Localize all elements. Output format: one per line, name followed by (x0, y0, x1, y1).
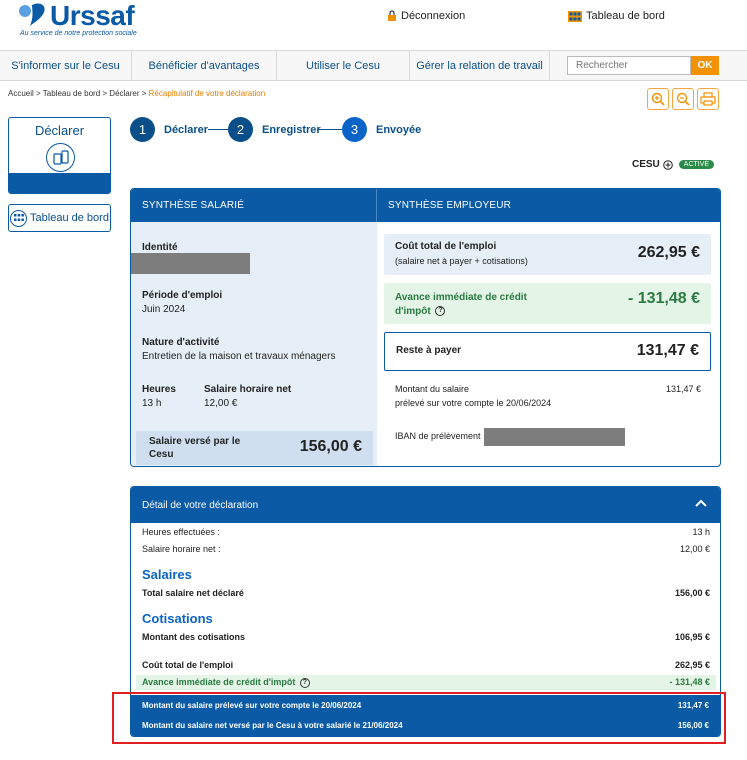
step-number: 3 (342, 117, 367, 142)
reste-box: Reste à payer 131,47 € (384, 332, 711, 371)
synthese-employeur-title: SYNTHÈSE EMPLOYEUR (388, 200, 512, 211)
salarie-column: Identité Période d'emploi Juin 2024 Natu… (131, 222, 377, 466)
zoom-out-icon (676, 92, 690, 106)
section-salaires: Salaires (142, 567, 192, 582)
synthese-salarie-title: SYNTHÈSE SALARIÉ (142, 200, 245, 211)
step-label: Enregistrer (262, 123, 321, 136)
cout-value: 262,95 € (637, 244, 700, 261)
step-declarer: 1 Déclarer (130, 117, 208, 142)
logout-link[interactable]: Déconnexion (387, 10, 465, 22)
logo-mark-icon (19, 3, 45, 26)
section-cotisations: Cotisations (142, 611, 213, 626)
reste-label: Reste à payer (396, 345, 462, 356)
step-connector (208, 129, 228, 130)
step-number: 2 (228, 117, 253, 142)
breadcrumb-home[interactable]: Accueil (8, 89, 34, 98)
cesu-label: CESU (632, 159, 660, 170)
print-button[interactable] (697, 88, 719, 110)
status-badge: ACTIVÉ (678, 160, 715, 169)
detail-row-heures: Heures effectuées :13 h (142, 527, 710, 537)
detail-row-avance: Avance immédiate de crédit d'impôt ? - 1… (136, 675, 716, 690)
breadcrumb-dashboard[interactable]: Tableau de bord (43, 89, 100, 98)
zoom-out-button[interactable] (672, 88, 694, 110)
step-label: Envoyée (376, 123, 422, 136)
search-button[interactable]: OK (691, 56, 719, 75)
page-tools (647, 88, 719, 110)
declarer-label: Déclarer (34, 123, 85, 138)
lock-icon (388, 10, 396, 21)
cesu-status: CESU ACTIVÉ (632, 159, 715, 170)
iban-label: IBAN de prélèvement (395, 431, 481, 441)
zoom-in-icon (651, 92, 665, 106)
taux-label: Salaire horaire net (204, 384, 292, 395)
sidebar-dashboard-label: Tableau de bord (30, 212, 109, 224)
redacted-identity (131, 253, 250, 274)
cout-label: Coût total de l'emploi (395, 241, 497, 252)
salaire-verse-value: 156,00 € (299, 438, 362, 455)
identite-label: Identité (142, 242, 178, 253)
synthese-header: SYNTHÈSE SALARIÉ SYNTHÈSE EMPLOYEUR (131, 189, 720, 222)
synthese-panel: SYNTHÈSE SALARIÉ SYNTHÈSE EMPLOYEUR Iden… (130, 188, 721, 467)
search-input[interactable] (567, 56, 691, 75)
periode-value: Juin 2024 (142, 304, 186, 315)
detail-header[interactable]: Détail de votre déclaration (131, 487, 720, 523)
avance-box: Avance immédiate de crédit d'impôt ? - 1… (384, 283, 711, 324)
avance-value: - 131,48 € (627, 290, 700, 307)
step-connector (318, 129, 342, 130)
dashboard-grid-icon (10, 209, 28, 227)
redacted-iban (484, 428, 625, 446)
periode-label: Période d'emploi (142, 290, 223, 301)
avance-label: Avance immédiate de crédit d'impôt (395, 292, 527, 317)
breadcrumb-current: Récapitulatif de votre déclaration (148, 89, 266, 98)
breadcrumb: Accueil > Tableau de bord > Déclarer > R… (8, 89, 266, 98)
detail-row-total-salaire: Total salaire net déclaré 156,00 € (142, 588, 710, 598)
logout-label: Déconnexion (401, 10, 466, 22)
nature-value: Entretien de la maison et travaux ménage… (142, 351, 336, 362)
step-number: 1 (130, 117, 155, 142)
step-envoyee: 3 Envoyée (342, 117, 421, 142)
breadcrumb-declarer[interactable]: Déclarer (109, 89, 139, 98)
heures-value: 13 h (142, 398, 162, 409)
montant-label-1: Montant du salaire (395, 384, 470, 394)
avance-label-wrap: Avance immédiate de crédit d'impôt ? (395, 291, 545, 319)
devices-icon (46, 143, 75, 172)
nav-item-informer[interactable]: S'informer sur le Cesu (0, 51, 132, 80)
heures-label: Heures (142, 384, 176, 395)
highlight-annotation (112, 692, 726, 744)
detail-row-taux: Salaire horaire net :12,00 € (142, 544, 710, 554)
salaire-verse-box: Salaire versé par le Cesu 156,00 € (136, 431, 373, 465)
dashboard-label: Tableau de bord (586, 10, 665, 22)
declarer-band (9, 173, 110, 193)
reste-value: 131,47 € (636, 342, 699, 359)
nav-item-utiliser[interactable]: Utiliser le Cesu (277, 51, 410, 80)
sidebar-dashboard-button[interactable]: Tableau de bord (8, 204, 111, 232)
print-icon (700, 92, 716, 106)
nav-item-gerer[interactable]: Gérer la relation de travail (410, 51, 550, 80)
cout-sub: (salaire net à payer + cotisations) (395, 256, 528, 266)
plus-circle-icon[interactable] (662, 159, 673, 170)
declarer-tile[interactable]: Déclarer (8, 117, 111, 194)
salaire-verse-label: Salaire versé par le Cesu (149, 436, 241, 460)
help-icon[interactable]: ? (299, 677, 310, 688)
logo-wordmark: Urssaf (50, 0, 135, 31)
chevron-up-icon[interactable] (694, 498, 708, 508)
taux-value: 12,00 € (204, 398, 238, 409)
zoom-in-button[interactable] (647, 88, 669, 110)
nature-label: Nature d'activité (142, 337, 220, 348)
cout-box: Coût total de l'emploi (salaire net à pa… (384, 234, 711, 275)
montant-value: 131,47 € (665, 384, 701, 394)
dashboard-grid-icon (568, 10, 582, 22)
help-icon[interactable]: ? (435, 306, 446, 317)
detail-row-cotisations: Montant des cotisations 106,95 € (142, 632, 710, 642)
step-label: Déclarer (164, 123, 209, 136)
montant-label-2: prélevé sur votre compte le 20/06/2024 (395, 398, 552, 408)
nav-item-avantages[interactable]: Bénéficier d'avantages (132, 51, 277, 80)
urssaf-logo[interactable]: Urssaf Au service de notre protection so… (18, 0, 148, 38)
dashboard-link[interactable]: Tableau de bord (568, 10, 665, 22)
logo-tagline: Au service de notre protection sociale (20, 30, 137, 37)
detail-row-cout: Coût total de l'emploi 262,95 € (142, 660, 710, 670)
detail-title: Détail de votre déclaration (142, 500, 259, 511)
step-enregistrer: 2 Enregistrer (228, 117, 321, 142)
